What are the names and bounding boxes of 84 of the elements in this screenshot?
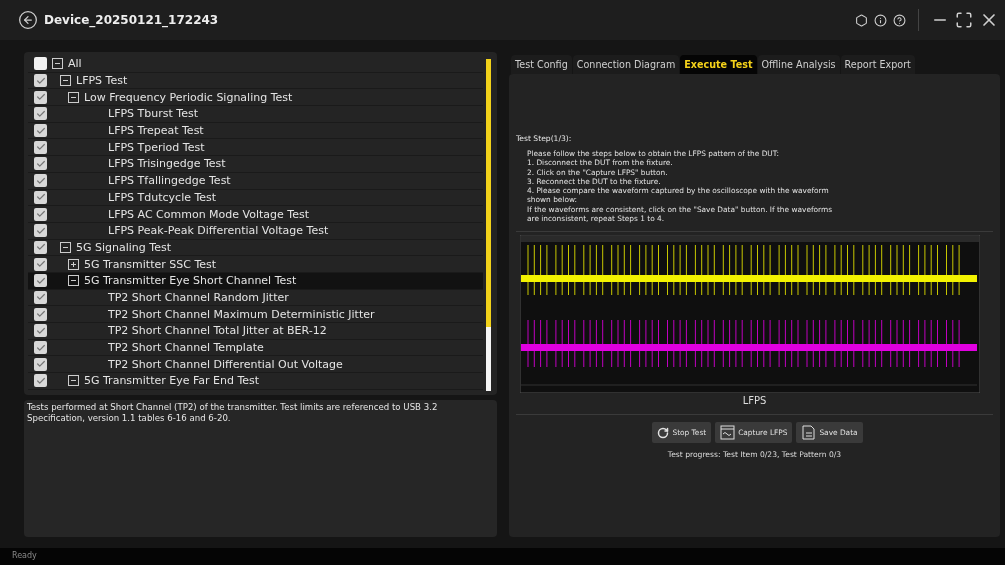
checkbox[interactable] (34, 324, 47, 338)
refresh-icon (657, 426, 670, 439)
tree-item-label: LFPS Tfallingedge Test (108, 174, 231, 188)
tree-row[interactable]: TP2 Short Channel Total Jitter at BER-12 (28, 323, 483, 340)
checkbox[interactable] (34, 107, 47, 121)
tree-row[interactable]: TP2 Short Channel Differential Out Voltage (28, 356, 483, 374)
tab[interactable]: Execute Test (680, 55, 757, 74)
checkbox[interactable] (34, 374, 47, 388)
collapse-icon[interactable] (60, 75, 71, 87)
tree-row[interactable]: 5G Transmitter Eye Far End Test (28, 373, 483, 390)
tab[interactable]: Connection Diagram (572, 55, 680, 74)
back-icon[interactable] (18, 10, 38, 30)
tree-row[interactable]: 5G Transmitter SSC Test (28, 256, 483, 273)
tree-row[interactable]: 5G Signaling Test (28, 239, 483, 257)
collapse-icon[interactable] (60, 241, 71, 253)
checkbox[interactable] (34, 240, 47, 254)
tree-row[interactable]: LFPS Trepeat Test (28, 122, 483, 140)
tree-item-label: LFPS Peak-Peak Differential Voltage Test (108, 224, 329, 238)
tree-item-label: 5G Transmitter Eye Short Channel Test (84, 274, 297, 288)
checkbox[interactable] (34, 274, 47, 288)
expand-icon[interactable] (68, 258, 79, 270)
window-title: Device_20250121_172243 (44, 13, 220, 27)
waveform-caption: LFPS (741, 395, 768, 406)
tree-item-label: TP2 Short Channel Differential Out Voltage (108, 357, 343, 371)
tree-row[interactable]: Low Frequency Periodic Signaling Test (28, 89, 483, 107)
tree-row[interactable]: TP2 Short Channel Random Jitter (28, 289, 483, 307)
checkbox[interactable] (34, 357, 47, 371)
tree-row[interactable]: LFPS Tburst Test (28, 106, 483, 123)
collapse-icon[interactable] (68, 375, 79, 387)
tree-item-label: LFPS Tdutcycle Test (108, 190, 217, 204)
help-icon[interactable] (893, 13, 906, 27)
tree-item-label: LFPS Tburst Test (108, 107, 198, 121)
checkbox[interactable] (34, 224, 47, 238)
tree-row[interactable]: TP2 Short Channel Maximum Deterministic Jitter (28, 306, 483, 323)
tree-row[interactable]: LFPS Peak-Peak Differential Voltage Test (28, 222, 483, 240)
tree-item-label: 5G Transmitter SSC Test (84, 257, 217, 271)
tree-item-label: LFPS AC Common Mode Voltage Test (108, 207, 309, 221)
document-icon (801, 425, 817, 440)
tree-row[interactable]: LFPS Trisingedge Test (28, 156, 483, 173)
checkbox[interactable] (34, 90, 47, 104)
tree-row[interactable]: LFPS Tdutcycle Test (28, 189, 483, 207)
tree-row[interactable]: All (28, 56, 483, 73)
tree-item-label: LFPS Trisingedge Test (108, 157, 226, 171)
checkbox[interactable] (34, 174, 47, 188)
tab[interactable]: Offline Analysis (757, 55, 840, 74)
checkbox[interactable] (34, 290, 47, 304)
tree-item-label: 5G Transmitter Eye Far End Test (84, 374, 260, 388)
checkbox[interactable] (34, 257, 47, 271)
tree-item-label: LFPS Test (76, 74, 128, 88)
tree-item-label: TP2 Short Channel Template (108, 341, 264, 355)
collapse-icon[interactable] (68, 275, 79, 287)
collapse-icon[interactable] (52, 58, 63, 70)
checkbox[interactable] (34, 57, 47, 71)
tree-item-label: 5G Signaling Test (76, 240, 171, 254)
settings-icon[interactable] (855, 13, 868, 27)
tree-item-label: TP2 Short Channel Maximum Deterministic Jitter (108, 307, 375, 321)
tree-item-label: LFPS Tperiod Test (108, 140, 205, 154)
checkbox[interactable] (34, 140, 47, 154)
info-icon[interactable] (874, 13, 887, 27)
tab[interactable]: Report Export (840, 55, 915, 74)
tree-row[interactable]: LFPS AC Common Mode Voltage Test (28, 206, 483, 223)
tree-item-label: LFPS Trepeat Test (108, 124, 204, 138)
tree-item-label: TP2 Short Channel Total Jitter at BER-12 (108, 324, 327, 338)
checkbox[interactable] (34, 74, 47, 88)
checkbox[interactable] (34, 157, 47, 171)
tree-item-label: TP2 Short Channel Random Jitter (108, 290, 289, 304)
checkbox[interactable] (34, 341, 47, 355)
scrollbar[interactable] (486, 59, 491, 391)
checkbox[interactable] (34, 190, 47, 204)
tab[interactable]: Test Config (511, 55, 572, 74)
tree-row[interactable]: LFPS Tfallingedge Test (28, 172, 483, 190)
tree-row[interactable]: LFPS Tperiod Test (28, 139, 483, 157)
checkbox[interactable] (34, 307, 47, 321)
collapse-icon[interactable] (68, 91, 79, 103)
description-text: Tests performed at Short Channel (TP2) of the transmitter. Test limits are referenced to USB 3.2 Specification, version 1.1 tables 6-16 and 6-20. (24, 400, 497, 537)
status-text: Ready (0, 548, 1005, 565)
oscilloscope-icon (720, 425, 736, 440)
tree-item-label: All (68, 57, 82, 71)
checkbox[interactable] (34, 124, 47, 138)
tree-row[interactable]: TP2 Short Channel Template (28, 339, 483, 357)
tree-item-label: Low Frequency Periodic Signaling Test (84, 90, 293, 104)
checkbox[interactable] (34, 207, 47, 221)
tree-row[interactable]: LFPS Test (28, 72, 483, 90)
maximize-icon[interactable] (955, 11, 973, 29)
